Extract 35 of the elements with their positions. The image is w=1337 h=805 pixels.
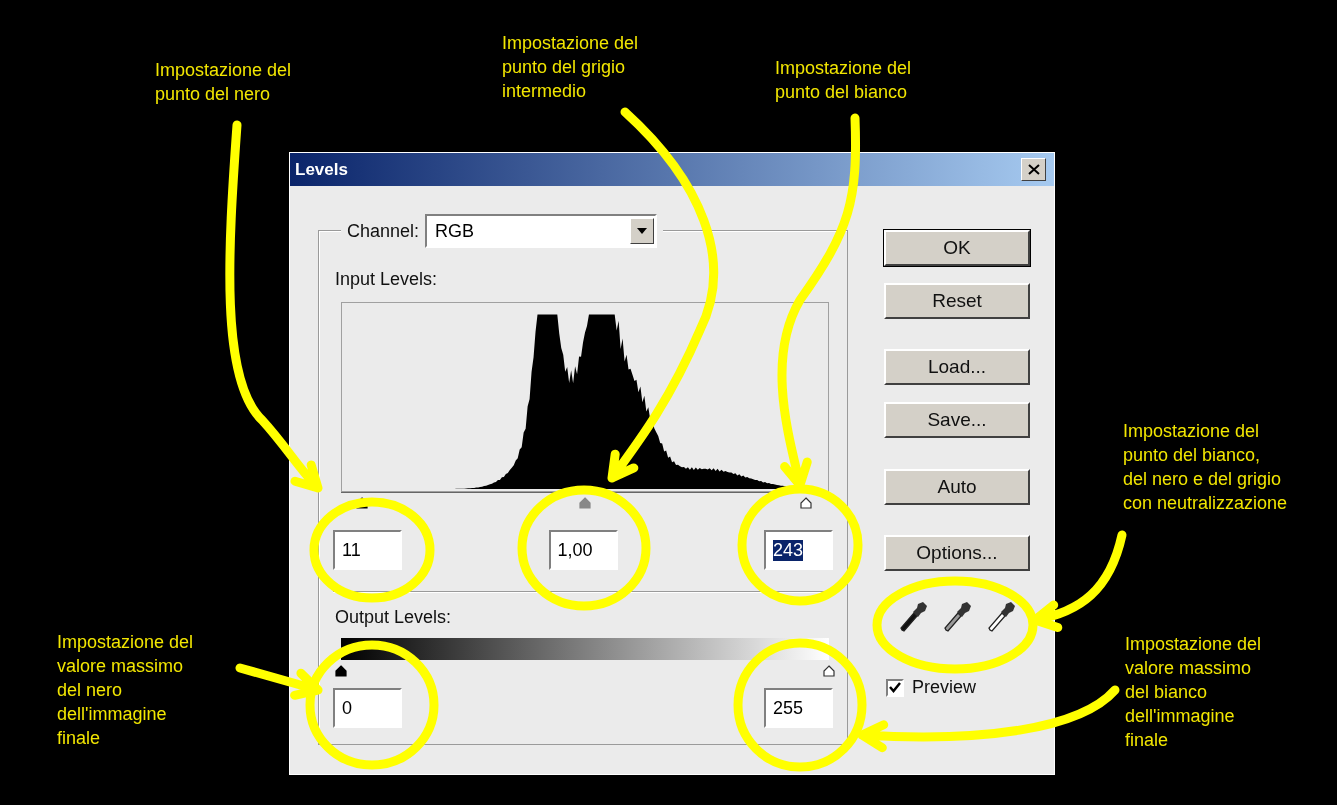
- gradient-slider[interactable]: [334, 638, 836, 680]
- annotation-text: Impostazione del punto del bianco, del nero e del grigio con neutralizzazione: [1123, 420, 1288, 515]
- annotation-text: Impostazione del punto del grigio intermedio: [502, 32, 639, 103]
- close-button[interactable]: [1021, 158, 1046, 181]
- slider-thumb[interactable]: [822, 665, 836, 677]
- eyedropper-icon[interactable]: [986, 601, 1016, 633]
- dialog-button[interactable]: Load...: [884, 349, 1030, 385]
- caret-icon: [637, 228, 648, 234]
- window-title: Levels: [295, 159, 348, 180]
- dialog-button[interactable]: Auto: [884, 469, 1030, 505]
- eyedropper-icon[interactable]: [898, 601, 928, 633]
- dialog-button[interactable]: OK: [884, 230, 1030, 266]
- annotation-text: Impostazione del valore massimo del nero dell'immagine finale: [57, 631, 194, 750]
- input-field[interactable]: 11: [333, 530, 402, 570]
- input-field[interactable]: 1,00: [548, 530, 618, 570]
- close-icon: [1027, 164, 1040, 175]
- dialog-button[interactable]: Reset: [884, 283, 1030, 319]
- slider-thumb[interactable]: [578, 497, 592, 509]
- channel-label: Channel:: [347, 220, 420, 242]
- annotation-text: Impostazione del punto del nero: [155, 59, 292, 106]
- preview-checkbox[interactable]: [886, 678, 904, 697]
- slider-thumb[interactable]: [334, 665, 348, 677]
- preview-label: Preview: [912, 677, 977, 698]
- dialog-button[interactable]: Options...: [884, 535, 1030, 571]
- eyedropper-icon[interactable]: [942, 601, 972, 633]
- section-label: Input Levels:: [335, 269, 438, 290]
- dialog-button[interactable]: Save...: [884, 402, 1030, 438]
- input-field[interactable]: 0: [333, 688, 402, 728]
- input-field[interactable]: 243: [764, 530, 833, 570]
- annotation-text: Impostazione del valore massimo del bianco dell'immagine finale: [1125, 633, 1262, 752]
- slider-thumb[interactable]: [799, 497, 814, 509]
- input-field[interactable]: 255: [764, 688, 833, 728]
- annotation-text: Impostazione del punto del bianco: [775, 57, 912, 104]
- section-label: Output Levels:: [335, 607, 452, 628]
- channel-dropdown[interactable]: RGB: [425, 214, 658, 248]
